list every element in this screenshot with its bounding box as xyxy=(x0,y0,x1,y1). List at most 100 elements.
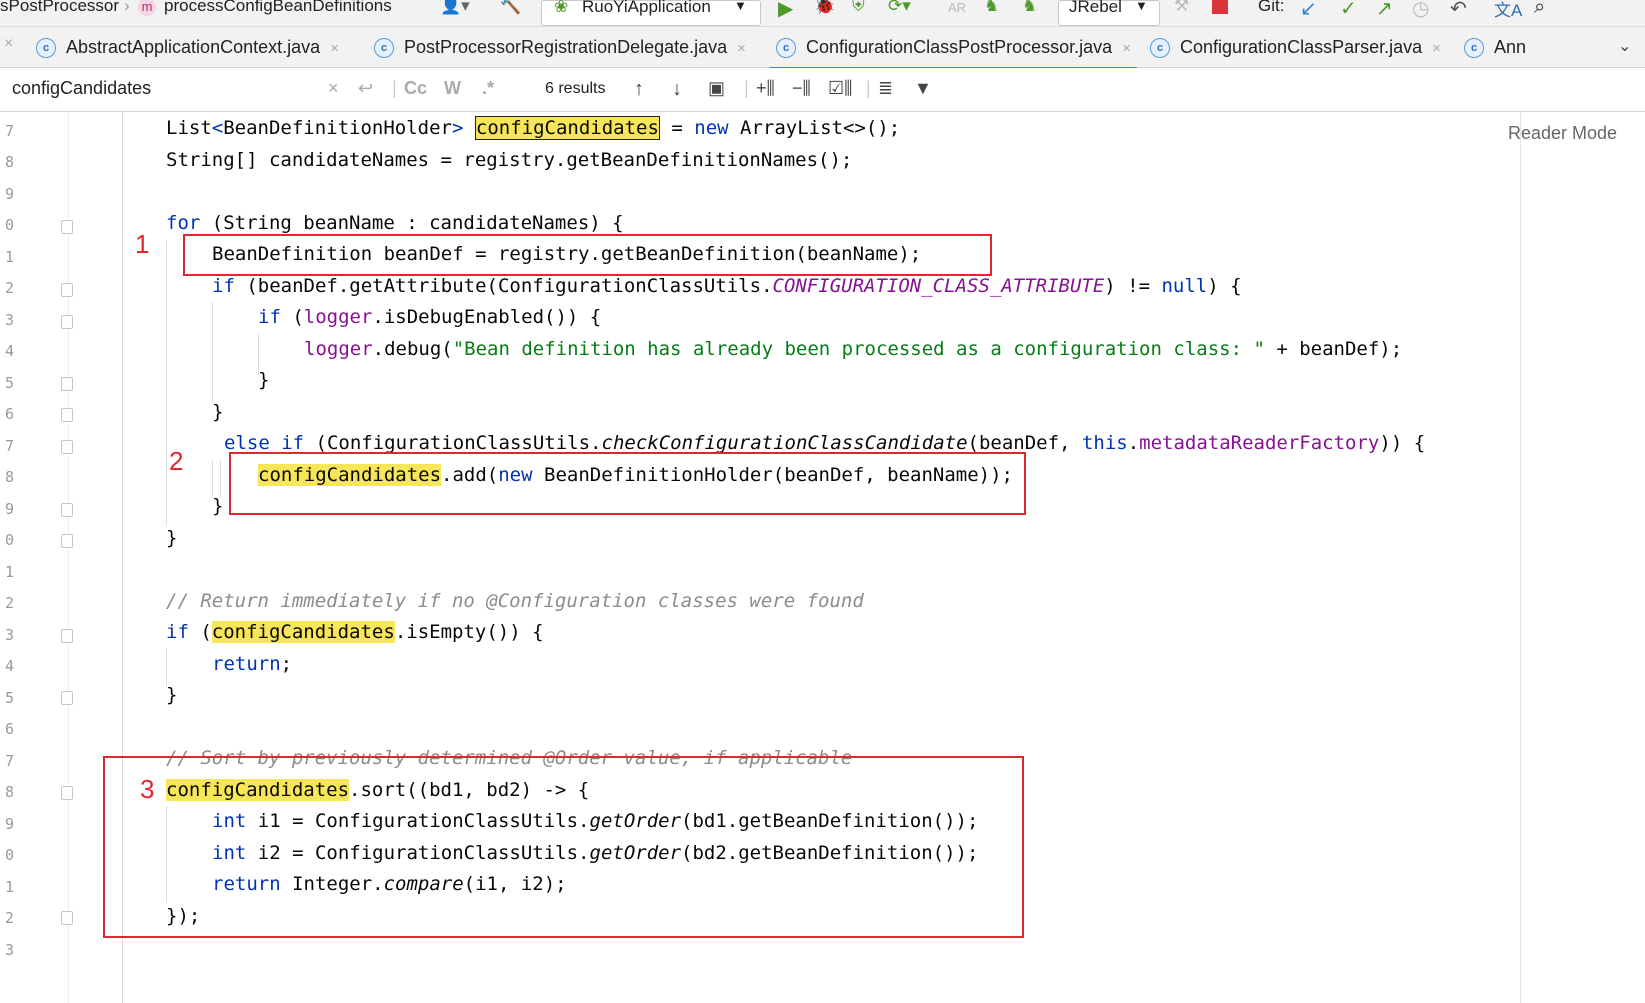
annotation-marker-3: 3 xyxy=(140,774,155,804)
chevron-down-icon[interactable]: ⌄ xyxy=(1618,36,1631,56)
code-line: } xyxy=(212,401,224,423)
search-input[interactable]: configCandidates xyxy=(12,78,151,99)
match-case-toggle[interactable]: Cc xyxy=(404,78,427,99)
top-toolbar: sPostProcessor › m processConfigBeanDefi… xyxy=(0,0,1645,27)
git-update-icon[interactable]: ↙ xyxy=(1300,0,1317,21)
fold-marker[interactable] xyxy=(61,315,73,329)
jrebel-dropdown[interactable]: JRebel ▼ xyxy=(1058,0,1160,26)
fold-marker[interactable] xyxy=(61,408,73,422)
fold-marker[interactable] xyxy=(61,377,73,391)
filter-settings-icon[interactable]: ≣ xyxy=(878,78,893,99)
code-line: if (configCandidates.isEmpty()) { xyxy=(166,621,544,643)
fold-marker[interactable] xyxy=(61,691,73,705)
next-occurrence-icon[interactable]: ↓ xyxy=(672,78,682,101)
line-number: 8 xyxy=(4,153,14,171)
line-number: 7 xyxy=(4,437,14,455)
close-icon[interactable]: × xyxy=(737,40,746,57)
git-label: Git: xyxy=(1258,0,1285,15)
code-line: else if (ConfigurationClassUtils.checkCo… xyxy=(224,432,1426,454)
run-icon[interactable]: ▶ xyxy=(778,0,793,21)
close-icon[interactable]: × xyxy=(4,35,13,53)
class-icon: c xyxy=(776,38,796,59)
stop-icon[interactable] xyxy=(1212,0,1228,14)
class-icon: c xyxy=(36,38,56,59)
run-config-dropdown[interactable]: ❀ RuoYiApplication ▼ xyxy=(541,0,761,26)
annotation-box-3 xyxy=(103,756,1024,938)
previous-occurrence-icon[interactable]: ↑ xyxy=(634,78,644,101)
attach-icon[interactable]: AR xyxy=(948,0,966,15)
line-number: 1 xyxy=(4,878,14,896)
hammer-icon[interactable]: ⚒ xyxy=(1174,0,1189,16)
spring-icon: ❀ xyxy=(554,0,569,16)
filter-icon[interactable]: ▼ xyxy=(914,78,932,99)
code-line: logger.debug("Bean definition has alread… xyxy=(304,338,1403,360)
fold-marker[interactable] xyxy=(61,220,73,234)
line-number: 7 xyxy=(4,752,14,770)
select-all-occurrences-icon[interactable]: ▣ xyxy=(708,78,725,99)
line-number: 3 xyxy=(4,626,14,644)
class-icon: c xyxy=(1464,38,1484,59)
right-margin-line xyxy=(1520,112,1521,1003)
fold-marker[interactable] xyxy=(61,283,73,297)
line-number: 8 xyxy=(4,783,14,801)
tab-abstract-application-context[interactable]: c AbstractApplicationContext.java × xyxy=(36,27,339,67)
indent-guide xyxy=(220,460,221,498)
indent-guide xyxy=(166,648,167,686)
search-match-current: configCandidates xyxy=(474,116,660,140)
breadcrumb-method[interactable]: processConfigBeanDefinitions xyxy=(164,0,392,16)
debug-icon[interactable]: 🐞 xyxy=(814,0,835,16)
remove-occurrence-icon[interactable]: −⫼ xyxy=(792,78,811,99)
clear-search-icon[interactable]: × xyxy=(328,78,339,99)
tab-configuration-class-post-processor[interactable]: c ConfigurationClassPostProcessor.java × xyxy=(770,27,1137,70)
chevron-down-icon: ▼ xyxy=(734,0,747,13)
profile-icon[interactable]: ⟳▾ xyxy=(888,0,911,16)
search-icon[interactable]: ⌕ xyxy=(1534,0,1545,19)
indent-guide xyxy=(166,240,167,525)
line-number: 0 xyxy=(4,531,14,549)
reader-mode-link[interactable]: Reader Mode xyxy=(1508,123,1617,144)
line-number: 2 xyxy=(4,594,14,612)
code-line: return; xyxy=(212,653,293,675)
tab-ann[interactable]: c Ann xyxy=(1464,27,1526,67)
regex-toggle[interactable]: .* xyxy=(482,78,494,99)
git-commit-icon[interactable]: ✓ xyxy=(1340,0,1357,21)
fold-marker[interactable] xyxy=(61,629,73,643)
close-icon[interactable]: × xyxy=(1122,40,1131,57)
line-number: 0 xyxy=(4,846,14,864)
whole-words-toggle[interactable]: W xyxy=(444,78,461,99)
line-number: 2 xyxy=(4,909,14,927)
jrebel-run-icon[interactable]: ♞ xyxy=(984,0,999,16)
line-number: 8 xyxy=(4,468,14,486)
rollback-icon[interactable]: ↶ xyxy=(1450,0,1467,21)
tab-configuration-class-parser[interactable]: c ConfigurationClassParser.java × xyxy=(1150,27,1441,67)
new-line-icon[interactable]: ↩ xyxy=(358,78,373,99)
annotation-box-2 xyxy=(229,452,1026,515)
fold-marker[interactable] xyxy=(61,534,73,548)
git-push-icon[interactable]: ↗ xyxy=(1376,0,1393,21)
translate-icon[interactable]: 文A xyxy=(1494,0,1522,21)
annotation-box-1 xyxy=(183,234,992,276)
fold-marker[interactable] xyxy=(61,786,73,800)
user-icon[interactable]: 👤▾ xyxy=(440,0,470,16)
jrebel-debug-icon[interactable]: ♞ xyxy=(1022,0,1037,16)
line-number: 6 xyxy=(4,405,14,423)
jrebel-label: JRebel xyxy=(1069,0,1122,16)
line-number: 1 xyxy=(4,563,14,581)
line-number: 3 xyxy=(4,941,14,959)
tab-post-processor-registration-delegate[interactable]: c PostProcessorRegistrationDelegate.java × xyxy=(374,27,746,67)
tab-label: Ann xyxy=(1494,37,1527,57)
breadcrumb-class[interactable]: sPostProcessor xyxy=(0,0,119,16)
fold-marker[interactable] xyxy=(61,911,73,925)
fold-marker[interactable] xyxy=(61,440,73,454)
build-icon[interactable]: 🔨 xyxy=(500,0,521,16)
line-number: 4 xyxy=(4,342,14,360)
close-icon[interactable]: × xyxy=(330,40,339,57)
indent-guide xyxy=(212,460,213,498)
fold-marker[interactable] xyxy=(61,503,73,517)
coverage-icon[interactable]: ⛨ xyxy=(852,0,865,16)
close-icon[interactable]: × xyxy=(1432,40,1441,57)
add-occurrence-icon[interactable]: +⫼ xyxy=(756,78,775,99)
history-icon[interactable]: ◷ xyxy=(1412,0,1429,21)
code-line: String[] candidateNames = registry.getBe… xyxy=(166,149,853,171)
select-all-matches-icon[interactable]: ☑⫼ xyxy=(828,78,852,99)
